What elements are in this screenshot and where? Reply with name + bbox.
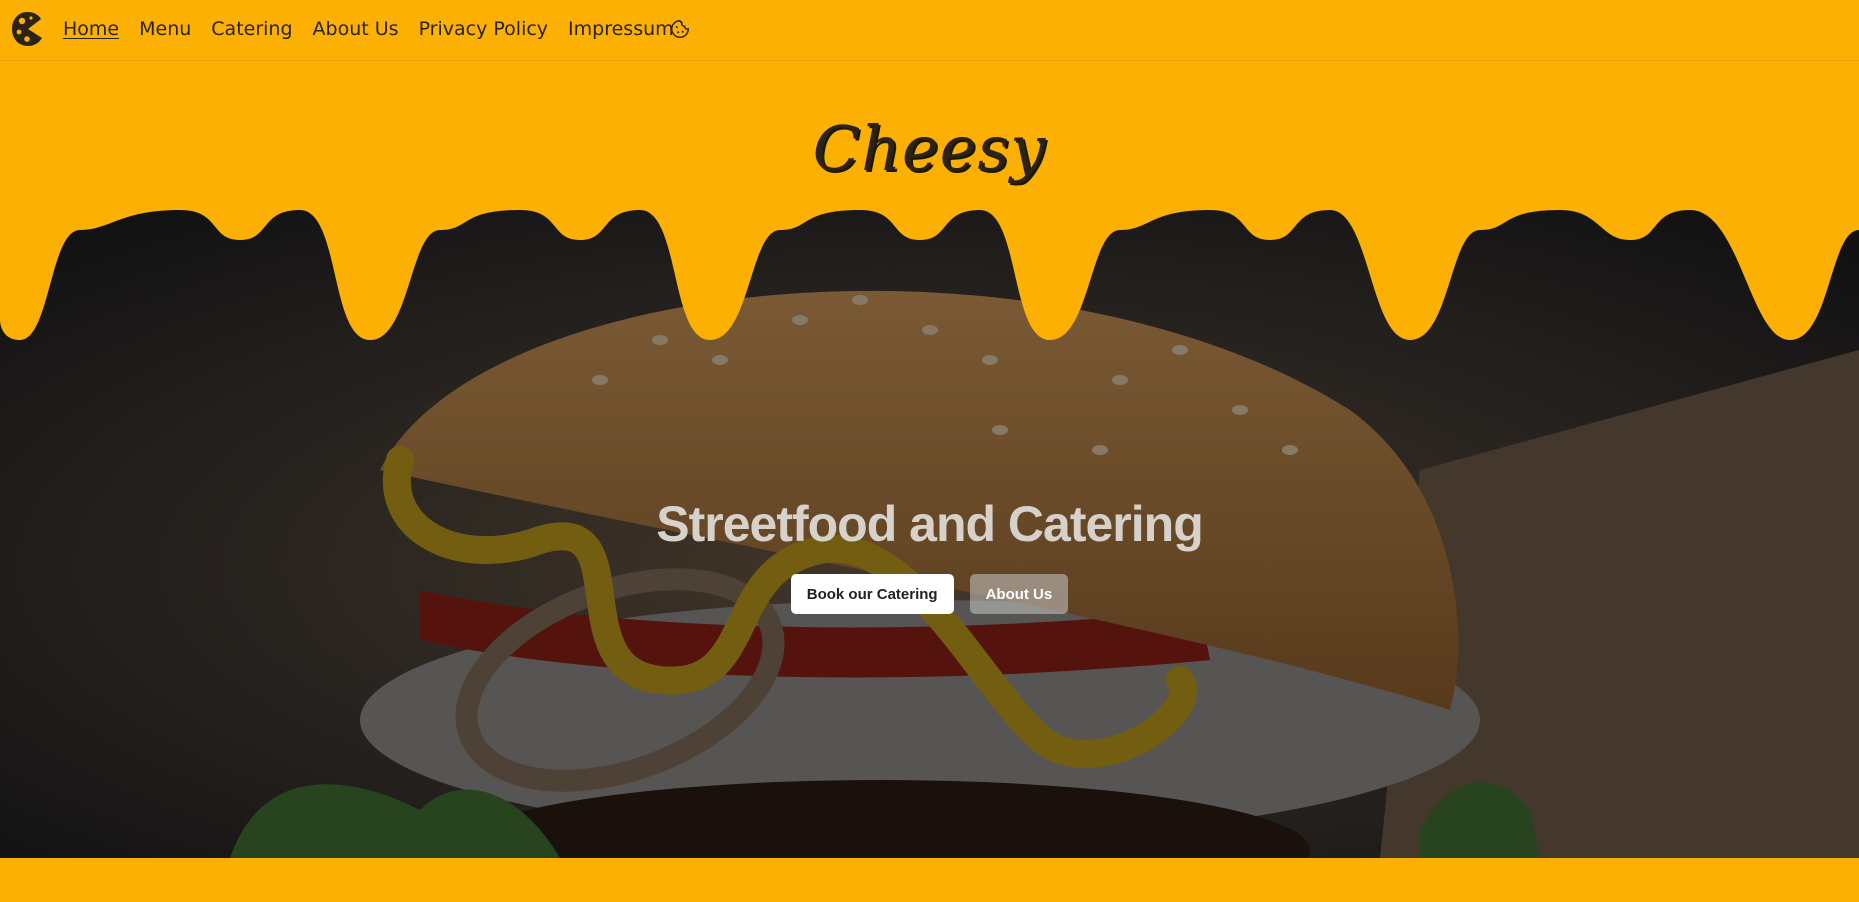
cheese-drip-divider (0, 210, 1859, 340)
nav-menu-link[interactable]: Menu (139, 18, 191, 40)
top-navbar: Home Menu Catering About Us Privacy Poli… (0, 0, 1859, 61)
bottom-strip (0, 858, 1859, 902)
nav-about-link[interactable]: About Us (313, 18, 399, 40)
brand-wordmark: Cheesy (812, 112, 1047, 185)
nav-menu: Home Menu Catering About Us Privacy Poli… (63, 0, 694, 58)
nav-home-link[interactable]: Home (63, 18, 119, 40)
cheese-logo-icon[interactable] (10, 10, 44, 48)
hero-button-row: Book our Catering About Us (0, 574, 1859, 614)
book-catering-button[interactable]: Book our Catering (790, 574, 954, 614)
cookie-icon[interactable] (669, 18, 691, 40)
nav-catering-link[interactable]: Catering (211, 18, 292, 40)
hero-title: Streetfood and Catering (656, 496, 1203, 552)
nav-privacy-link[interactable]: Privacy Policy (419, 18, 548, 40)
nav-impressum-link[interactable]: Impressum (568, 18, 674, 40)
about-us-button[interactable]: About Us (969, 574, 1069, 614)
